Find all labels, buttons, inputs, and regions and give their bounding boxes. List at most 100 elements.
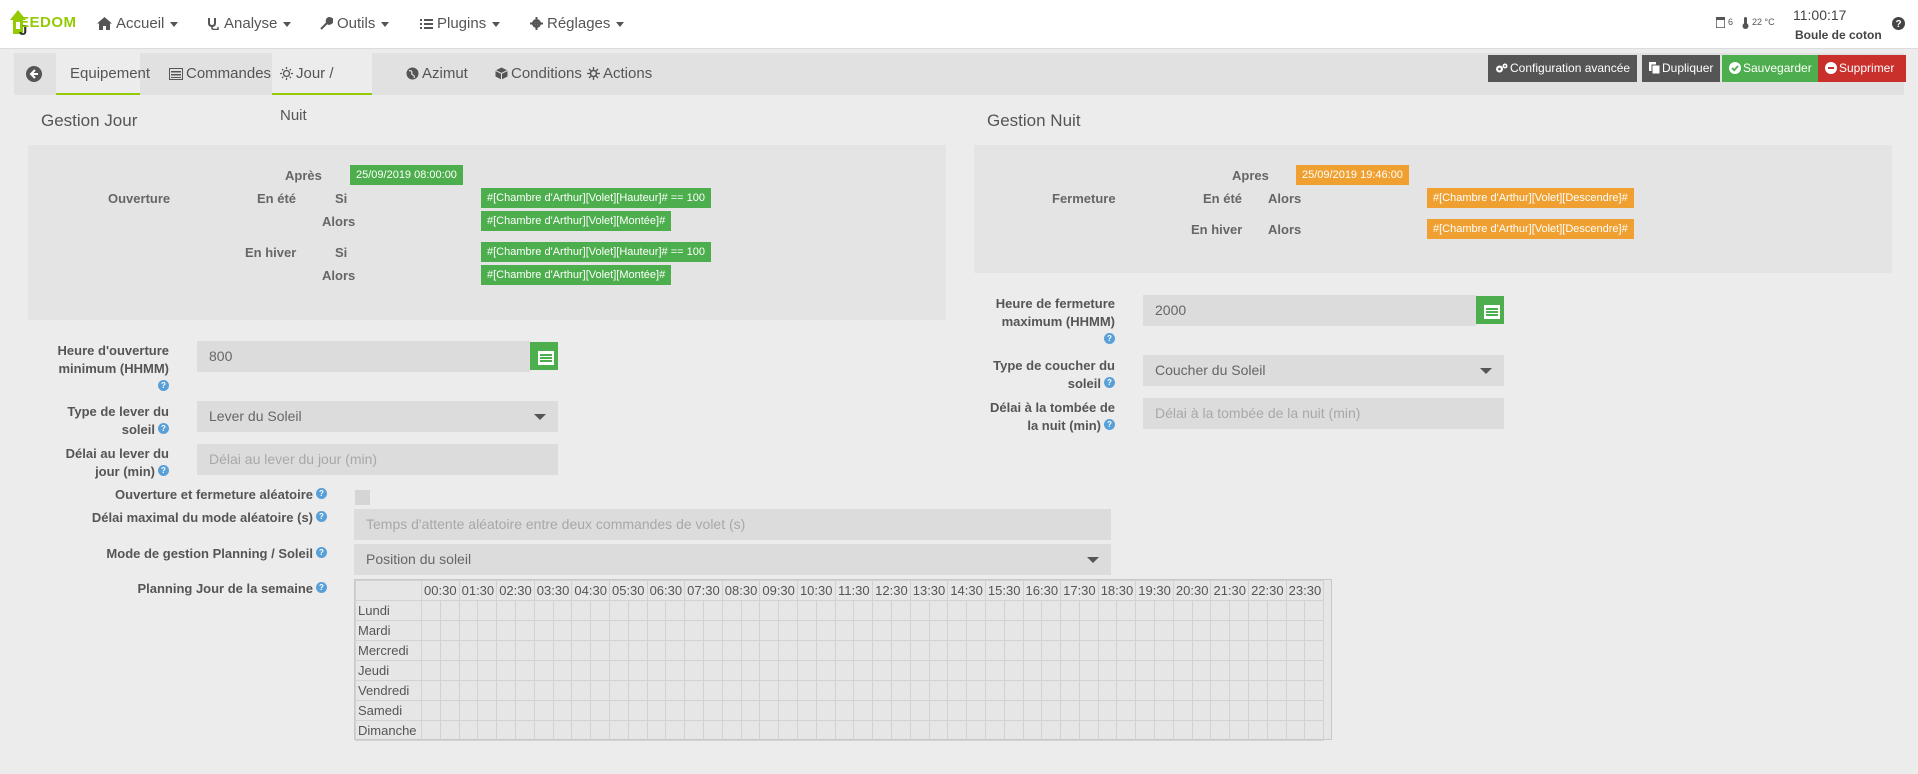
planning-cell[interactable] (571, 640, 592, 661)
planning-cell[interactable] (909, 600, 930, 621)
planning-cell[interactable] (1229, 680, 1250, 701)
planning-cell[interactable] (1266, 680, 1287, 701)
planning-cell[interactable] (966, 660, 986, 681)
planning-cell[interactable] (740, 620, 761, 641)
tab-actions[interactable]: Actions (579, 53, 660, 95)
planning-cell[interactable] (1078, 620, 1099, 641)
planning-cell[interactable] (1304, 660, 1325, 681)
planning-cell[interactable] (1078, 720, 1099, 741)
planning-cell[interactable] (1097, 720, 1118, 741)
planning-cell[interactable] (1003, 640, 1024, 661)
planning-cell[interactable] (702, 600, 723, 621)
planning-cell[interactable] (759, 700, 780, 721)
planning-cell[interactable] (815, 720, 836, 741)
planning-cell[interactable] (665, 620, 686, 641)
planning-cell[interactable] (421, 600, 441, 621)
planning-cell[interactable] (1191, 680, 1212, 701)
planning-cell[interactable] (421, 720, 441, 741)
planning-cell[interactable] (796, 700, 817, 721)
planning-cell[interactable] (627, 660, 648, 681)
planning-cell[interactable] (1285, 700, 1306, 721)
planning-cell[interactable] (684, 700, 704, 721)
planning-cell[interactable] (608, 640, 629, 661)
planning-cell[interactable] (1041, 660, 1062, 681)
cmd-list-icon[interactable] (1476, 296, 1504, 324)
planning-cell[interactable] (1248, 640, 1268, 661)
nav-analyse[interactable]: Analyse (207, 15, 292, 32)
planning-cell[interactable] (890, 600, 911, 621)
help-icon[interactable]: ? (1104, 333, 1115, 344)
planning-cell[interactable] (1116, 660, 1137, 681)
planning-cell[interactable] (1097, 680, 1118, 701)
planning-cell[interactable] (966, 600, 986, 621)
planning-cell[interactable] (984, 720, 1005, 741)
planning-cell[interactable] (1304, 640, 1325, 661)
planning-cell[interactable] (947, 660, 968, 681)
planning-cell[interactable] (1172, 680, 1193, 701)
aleatoire-checkbox[interactable] (355, 490, 370, 505)
planning-cell[interactable] (684, 600, 704, 621)
planning-cell[interactable] (590, 640, 610, 661)
planning-cell[interactable] (496, 680, 516, 701)
user-name[interactable]: Boule de coton (1795, 28, 1882, 42)
planning-cell[interactable] (1248, 600, 1268, 621)
planning-cell[interactable] (721, 640, 742, 661)
planning-cell[interactable] (1078, 660, 1099, 681)
planning-cell[interactable] (740, 700, 761, 721)
planning-cell[interactable] (1154, 720, 1174, 741)
planning-cell[interactable] (984, 660, 1005, 681)
planning-cell[interactable] (1135, 660, 1156, 681)
planning-cell[interactable] (1266, 700, 1287, 721)
planning-cell[interactable] (665, 720, 686, 741)
planning-cell[interactable] (458, 640, 479, 661)
planning-cell[interactable] (1191, 660, 1212, 681)
planning-cell[interactable] (590, 700, 610, 721)
help-icon[interactable]: ? (158, 465, 169, 476)
help-icon[interactable]: ? (158, 423, 169, 434)
planning-cell[interactable] (702, 720, 723, 741)
planning-cell[interactable] (571, 680, 592, 701)
planning-cell[interactable] (1266, 640, 1287, 661)
planning-cell[interactable] (1266, 600, 1287, 621)
planning-cell[interactable] (1060, 680, 1080, 701)
planning-cell[interactable] (1003, 660, 1024, 681)
planning-cell[interactable] (1097, 660, 1118, 681)
planning-cell[interactable] (1154, 680, 1174, 701)
planning-cell[interactable] (815, 700, 836, 721)
planning-cell[interactable] (759, 600, 780, 621)
help-icon[interactable]: ? (316, 547, 327, 558)
planning-cell[interactable] (721, 720, 742, 741)
planning-cell[interactable] (1060, 620, 1080, 641)
planning-cell[interactable] (796, 660, 817, 681)
planning-cell[interactable] (1172, 640, 1193, 661)
planning-cell[interactable] (759, 640, 780, 661)
planning-cell[interactable] (1229, 660, 1250, 681)
planning-cell[interactable] (1135, 680, 1156, 701)
planning-cell[interactable] (533, 640, 554, 661)
planning-cell[interactable] (627, 680, 648, 701)
planning-cell[interactable] (646, 720, 667, 741)
tab-jour-nuit[interactable]: Jour / Nuit (272, 53, 372, 124)
planning-cell[interactable] (421, 620, 441, 641)
planning-cell[interactable] (1041, 720, 1062, 741)
planning-cell[interactable] (1248, 720, 1268, 741)
tab-commandes[interactable]: Commandes (161, 53, 279, 95)
planning-cell[interactable] (834, 640, 855, 661)
planning-cell[interactable] (759, 620, 780, 641)
planning-cell[interactable] (984, 680, 1005, 701)
help-icon[interactable]: ? (316, 488, 327, 499)
planning-cell[interactable] (439, 700, 460, 721)
planning-cell[interactable] (590, 620, 610, 641)
planning-cell[interactable] (796, 720, 817, 741)
planning-cell[interactable] (1210, 680, 1231, 701)
planning-cell[interactable] (1172, 700, 1193, 721)
planning-cell[interactable] (1285, 600, 1306, 621)
duplicate-button[interactable]: Dupliquer (1642, 55, 1721, 82)
planning-cell[interactable] (834, 700, 855, 721)
planning-cell[interactable] (571, 660, 592, 681)
planning-cell[interactable] (439, 620, 460, 641)
planning-cell[interactable] (1135, 700, 1156, 721)
planning-cell[interactable] (646, 700, 667, 721)
planning-cell[interactable] (702, 620, 723, 641)
planning-cell[interactable] (514, 600, 535, 621)
